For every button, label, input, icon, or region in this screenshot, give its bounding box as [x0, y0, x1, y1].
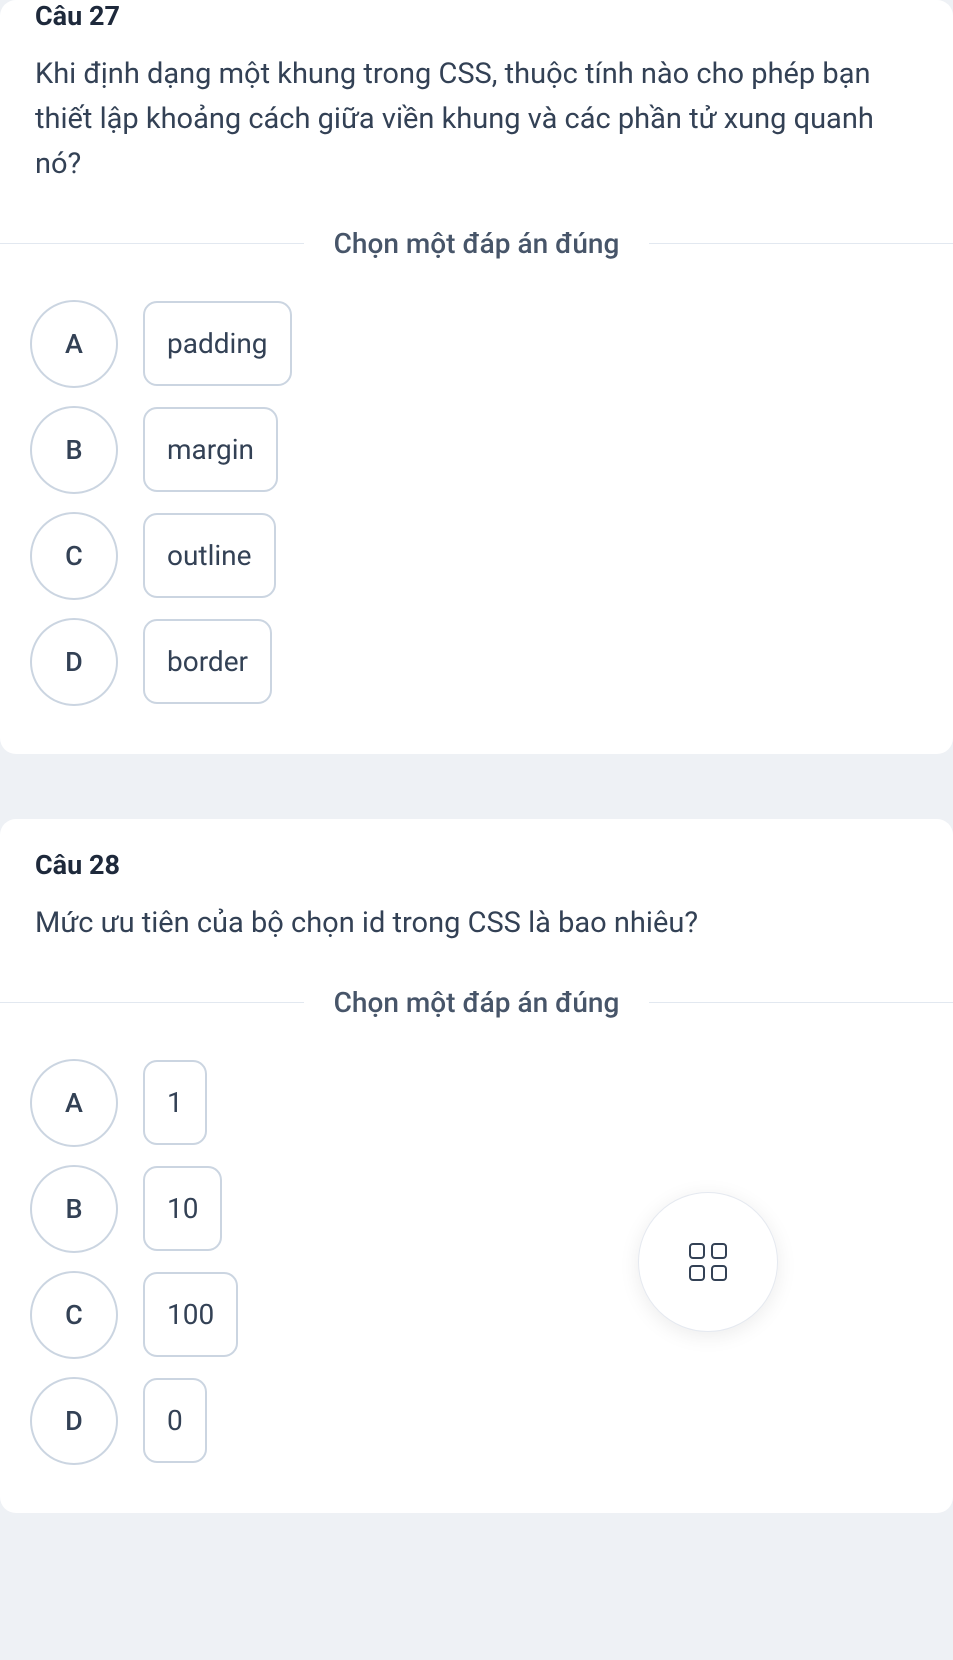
option-letter-b[interactable]: B	[30, 1165, 118, 1253]
option-text-c[interactable]: 100	[143, 1272, 238, 1357]
option-row-c: C 100	[30, 1271, 923, 1359]
question-card-28: Câu 28 Mức ưu tiên của bộ chọn id trong …	[0, 819, 953, 1513]
option-text-b[interactable]: margin	[143, 407, 278, 492]
question-title: Câu 28	[35, 849, 918, 881]
grid-icon-square	[689, 1265, 705, 1281]
option-row-c: C outline	[30, 512, 923, 600]
option-letter-c[interactable]: C	[30, 512, 118, 600]
option-text-a[interactable]: padding	[143, 301, 292, 386]
option-text-c[interactable]: outline	[143, 513, 276, 598]
grid-icon-square	[711, 1265, 727, 1281]
grid-menu-button[interactable]	[638, 1192, 778, 1332]
grid-icon-square	[689, 1243, 705, 1259]
instruction-divider: Chọn một đáp án đúng	[0, 986, 953, 1019]
divider-line-left	[0, 1002, 304, 1003]
question-text: Mức ưu tiên của bộ chọn id trong CSS là …	[35, 901, 918, 946]
option-row-b: B 10	[30, 1165, 923, 1253]
option-text-d[interactable]: border	[143, 619, 272, 704]
question-text: Khi định dạng một khung trong CSS, thuộc…	[35, 52, 918, 187]
divider-line-right	[649, 1002, 953, 1003]
option-letter-c[interactable]: C	[30, 1271, 118, 1359]
question-title: Câu 27	[35, 0, 918, 32]
option-row-d: D border	[30, 618, 923, 706]
option-letter-d[interactable]: D	[30, 1377, 118, 1465]
instruction-divider: Chọn một đáp án đúng	[0, 227, 953, 260]
instruction-text: Chọn một đáp án đúng	[304, 986, 650, 1019]
options-container: A padding B margin C outline D border	[0, 300, 953, 754]
option-row-d: D 0	[30, 1377, 923, 1465]
option-letter-a[interactable]: A	[30, 300, 118, 388]
grid-icon	[689, 1243, 727, 1281]
divider-line-right	[649, 243, 953, 244]
options-container: A 1 B 10 C 100 D 0	[0, 1059, 953, 1513]
option-letter-b[interactable]: B	[30, 406, 118, 494]
option-text-d[interactable]: 0	[143, 1378, 207, 1463]
instruction-text: Chọn một đáp án đúng	[304, 227, 650, 260]
question-card-27: Câu 27 Khi định dạng một khung trong CSS…	[0, 0, 953, 754]
option-text-a[interactable]: 1	[143, 1060, 207, 1145]
grid-icon-square	[711, 1243, 727, 1259]
question-header: Câu 28 Mức ưu tiên của bộ chọn id trong …	[0, 849, 953, 976]
option-row-a: A 1	[30, 1059, 923, 1147]
option-row-a: A padding	[30, 300, 923, 388]
divider-line-left	[0, 243, 304, 244]
question-header: Câu 27 Khi định dạng một khung trong CSS…	[0, 0, 953, 217]
option-text-b[interactable]: 10	[143, 1166, 222, 1251]
option-letter-a[interactable]: A	[30, 1059, 118, 1147]
option-letter-d[interactable]: D	[30, 618, 118, 706]
option-row-b: B margin	[30, 406, 923, 494]
